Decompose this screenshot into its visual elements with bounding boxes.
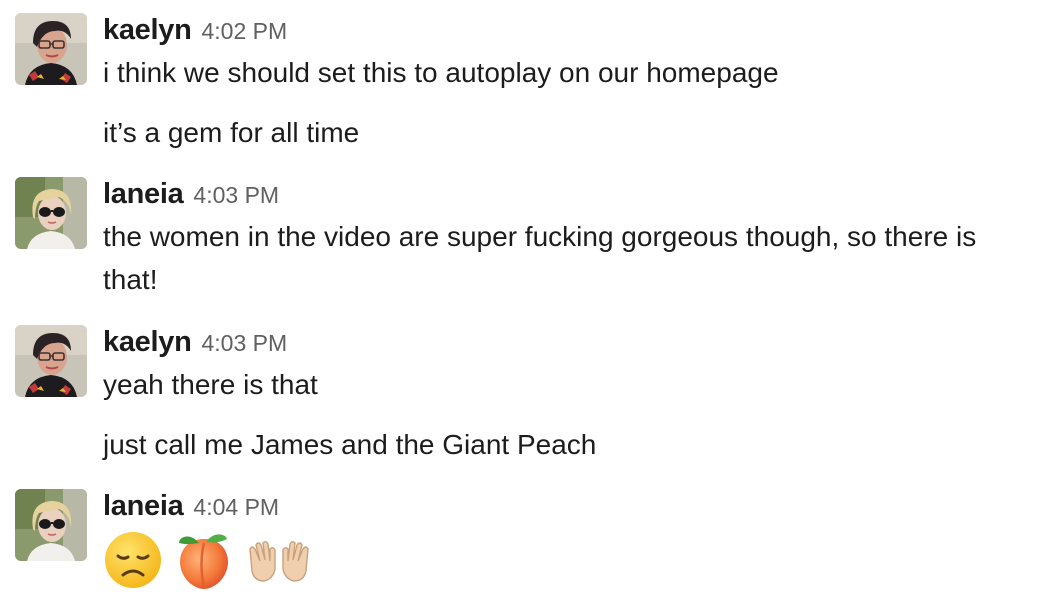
kaelyn-avatar-icon — [15, 13, 87, 85]
message-text: yeah there is that — [103, 369, 318, 400]
message-header: kaelyn 4:03 PM — [103, 325, 1043, 359]
username[interactable]: laneia — [103, 178, 184, 210]
laneia-avatar-icon — [15, 489, 87, 561]
username[interactable]: kaelyn — [103, 14, 192, 46]
message-content: laneia 4:04 PM — [103, 489, 1043, 589]
emoji-row — [103, 529, 318, 593]
disappointed-face-emoji-icon[interactable] — [103, 530, 163, 595]
message-text: it’s a gem for all time — [103, 117, 360, 148]
message-text: i think we should set this to autoplay o… — [103, 57, 779, 88]
avatar[interactable] — [15, 325, 87, 397]
avatar[interactable] — [15, 13, 87, 85]
raised-hands-emoji-icon[interactable] — [246, 535, 312, 590]
kaelyn-avatar-icon — [15, 325, 87, 397]
timestamp[interactable]: 4:02 PM — [202, 18, 288, 44]
timestamp[interactable]: 4:03 PM — [202, 330, 288, 356]
username[interactable]: kaelyn — [103, 326, 192, 358]
avatar[interactable] — [15, 489, 87, 561]
message-header: laneia 4:03 PM — [103, 177, 1043, 211]
message-content: kaelyn 4:02 PM i think we should set this… — [103, 13, 1043, 148]
timestamp[interactable]: 4:03 PM — [193, 182, 279, 208]
username[interactable]: laneia — [103, 490, 184, 522]
timestamp[interactable]: 4:04 PM — [193, 494, 279, 520]
message-text: just call me James and the Giant Peach — [103, 429, 597, 460]
message-header: kaelyn 4:02 PM — [103, 13, 1043, 47]
peach-emoji-icon[interactable] — [173, 529, 235, 596]
message-text: the women in the video are super fucking… — [103, 221, 977, 295]
laneia-avatar-icon — [15, 177, 87, 249]
message-content: kaelyn 4:03 PM yeah there is that just ca… — [103, 325, 1043, 460]
message-header: laneia 4:04 PM — [103, 489, 1043, 523]
message-content: laneia 4:03 PM the women in the video are… — [103, 177, 1043, 295]
avatar[interactable] — [15, 177, 87, 249]
